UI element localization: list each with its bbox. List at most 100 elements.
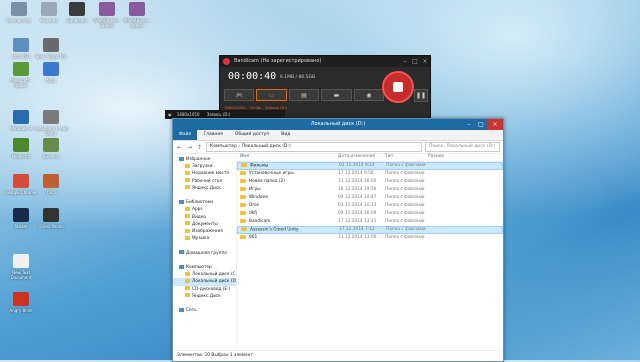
nav-item[interactable]: Изображения [173,228,236,235]
table-row[interactable]: Assassin's Creed Unity 17.12.2014 7:12 Пап… [237,226,503,234]
column-type[interactable]: Тип [385,153,428,161]
tab-file[interactable]: Файл [173,130,198,140]
forward-icon[interactable]: → [186,144,193,151]
file-name: dkfj [237,210,338,218]
desktop-icon[interactable]: Assassin's Creed Unity [34,110,68,136]
desktop-icon[interactable]: Minecraft - Ярлык [4,62,38,88]
nav-item-icon [185,185,190,190]
nav-item[interactable]: Избранное [173,156,236,163]
table-row[interactable]: Игры 16.12.2014 19:56 Папка с файлами [237,186,503,194]
nav-item[interactable]: Локальный диск (D [173,278,236,286]
nav-item[interactable]: Apps [173,206,236,213]
desktop-icon[interactable]: Bandicam [60,2,94,23]
file-name: Bandicam [237,218,338,226]
tab-share[interactable]: Общий доступ [229,130,275,140]
nav-item[interactable]: Яндекс.Диск [173,185,236,192]
nav-item[interactable]: Видео [173,214,236,221]
table-row[interactable]: Новая папка (2) 13.12.2014 16:05 Папка с ф… [237,178,503,186]
nav-item[interactable]: Домашняя группа [173,250,236,257]
nav-item[interactable]: Сеть [173,307,236,314]
file-name-text: Dres [249,203,259,208]
nav-item-icon [185,214,190,219]
file-name: Новая папка (2) [237,178,338,186]
desktop-icon[interactable]: Ghost Recon [34,208,68,229]
folder-icon [241,227,247,231]
column-date[interactable]: Дата изменения [338,153,385,161]
bandicam-logo-icon [223,58,230,65]
nav-item[interactable]: CD-дисковод (E:) [173,286,236,293]
file-size [428,218,468,226]
nav-item[interactable]: Музыка [173,235,236,242]
column-name[interactable]: Имя [237,153,338,161]
pause-button[interactable]: ❚❚ [414,89,428,102]
nav-item[interactable]: Недавние места [173,170,236,177]
desktop-icon[interactable]: Компьютер [2,2,36,23]
nav-item-label: Apps [192,207,203,213]
nav-item-label: Библиотеки [186,200,214,206]
maximize-icon[interactable]: □ [475,119,487,130]
nav-item[interactable]: Яндекс.Диск [173,293,236,300]
desktop-icon[interactable]: Google Chrome [4,174,38,195]
file-rows: Фильмы 02.11.2014 9:24 Папка с файлами Уста… [237,162,503,242]
file-type: Папка с файлами [385,195,425,200]
up-icon[interactable]: ↑ [196,144,203,151]
table-row[interactable]: 801 13.12.2014 13:06 Папка с файлами [237,234,503,242]
file-name: Установочные игры [237,170,338,178]
desktop-icon[interactable]: New Text Document [4,254,38,280]
nav-item-icon [179,156,184,161]
minimize-icon[interactable]: – [463,119,475,130]
nav-item[interactable]: Компьютер [173,264,236,271]
path-field[interactable]: Компьютер › Локальный диск (D:) [206,142,422,152]
table-row[interactable]: Windows 04.12.2014 10:47 Папка с файлами [237,194,503,202]
tab-home[interactable]: Главная [197,130,228,140]
file-type: Папка с файлами [386,163,426,168]
table-row[interactable]: Dres 03.11.2014 10:13 Папка с файлами [237,202,503,210]
desktop-icon[interactable]: DVD [34,174,68,195]
desktop-icon-label: Assassin's Creed Unity [34,126,68,136]
desktop-icon[interactable]: Windows 8 [4,110,38,131]
minimize-icon[interactable]: – [400,56,410,67]
desktop-icon[interactable]: Steam [4,208,38,229]
folder-button[interactable]: ▬ [321,89,352,101]
desktop-icon[interactable]: WinRAR.exe - Ярлык [120,2,154,28]
table-row[interactable]: dkfj 09.11.2014 16:09 Папка с файлами [237,210,503,218]
restore-icon[interactable]: □ [410,56,420,67]
file-name-text: Игры [249,187,261,192]
nav-item[interactable]: Рабочий стол [173,178,236,185]
table-row[interactable]: Установочные игры 17.12.2014 9:56 Папка с … [237,170,503,178]
game-mode-button[interactable]: 🎮 [224,89,255,101]
search-input[interactable]: Поиск: Локальный диск (D:) [425,142,500,152]
screenshot-button[interactable]: ◉ [353,89,385,101]
table-row[interactable]: Фильмы 02.11.2014 9:24 Папка с файлами [237,162,503,170]
record-stop-button[interactable] [382,71,414,103]
desktop-icon[interactable]: Ultra ISO [4,38,38,59]
nav-item-icon [185,178,190,183]
desktop-icon[interactable]: Survival [34,138,68,159]
close-icon[interactable]: × [487,119,503,130]
nav-item-icon [185,293,190,298]
device-mode-button[interactable]: ▤ [288,89,320,101]
file-type: Папка с файлами [386,227,426,232]
nav-item[interactable]: Загрузки [173,163,236,170]
tab-view[interactable]: Вид [275,130,296,140]
desktop-icon[interactable]: Minecraft [4,138,38,159]
screen-mode-button[interactable]: ▭ [256,89,287,101]
back-icon[interactable]: ← [176,144,183,151]
nav-item-label: Рабочий стол [192,178,223,184]
nav-item-label: Локальный диск (C [192,272,236,278]
folder-icon [240,178,246,183]
column-size[interactable]: Размер [428,153,468,161]
folder-icon [241,163,247,167]
desktop-icon[interactable]: Apps [34,62,68,83]
file-date: 16.12.2014 19:56 [338,187,377,192]
nav-item[interactable]: Локальный диск (C [173,271,236,278]
nav-item[interactable]: Документы [173,221,236,228]
table-row[interactable]: Bandicam 17.12.2014 13:21 Папка с файлами [237,218,503,226]
desktop-icon[interactable]: Sony Vegas Pro [34,38,68,59]
close-icon[interactable]: × [420,56,430,67]
desktop-icon-label: Ultra ISO [12,54,30,59]
nav-item[interactable]: Библиотеки [173,199,236,206]
desktop-icon[interactable]: WinRAR.exe - Ярлык [90,2,124,28]
desktop-icon-label: Google Chrome [5,190,37,195]
desktop-icon[interactable]: Angry Birds [4,292,38,313]
